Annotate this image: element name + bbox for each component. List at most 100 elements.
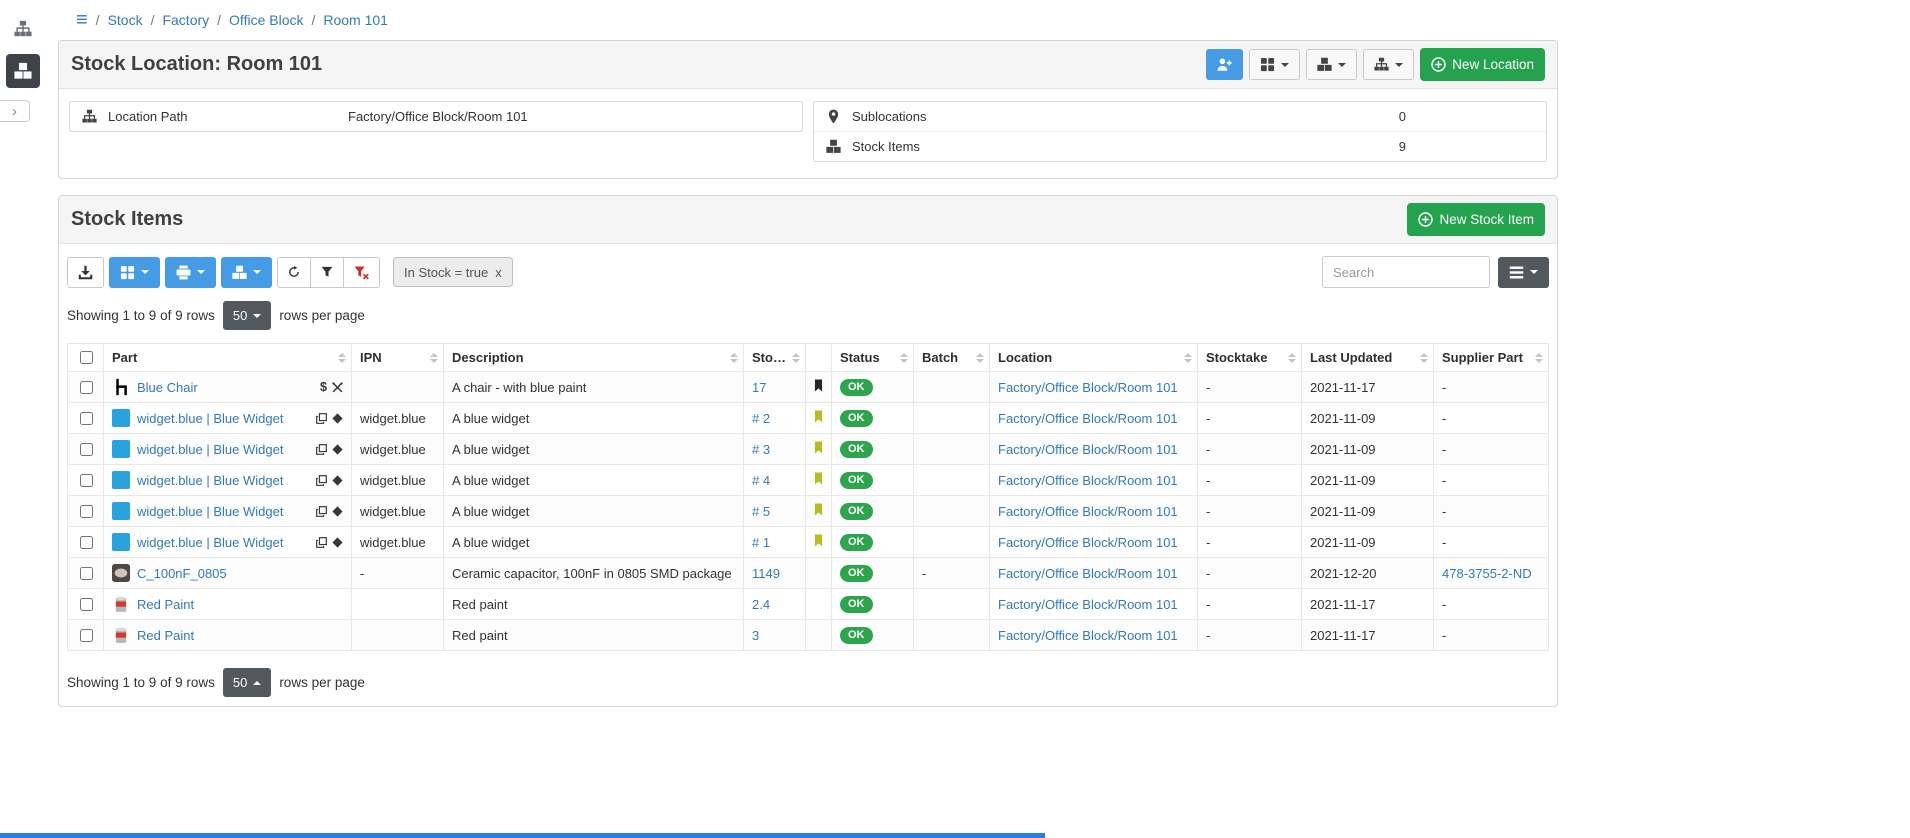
print-actions-button[interactable] xyxy=(165,257,216,288)
assign-user-button[interactable] xyxy=(1206,49,1243,80)
stock-quantity-link[interactable]: # 2 xyxy=(752,411,770,426)
stock-quantity-link[interactable]: # 4 xyxy=(752,473,770,488)
row-checkbox[interactable] xyxy=(80,443,93,456)
table-row[interactable]: Red Paint Red paint 3 OK Factory/Office … xyxy=(68,620,1549,651)
export-button[interactable] xyxy=(67,257,104,288)
table-row[interactable]: C_100nF_0805 - Ceramic capacitor, 100nF … xyxy=(68,558,1549,589)
column-header-last-updated[interactable]: Last Updated xyxy=(1302,344,1434,372)
barcode-actions-button[interactable] xyxy=(109,257,160,288)
menu-icon[interactable]: ≡ xyxy=(76,10,88,30)
table-row[interactable]: widget.blue | Blue Widget widget.blue A … xyxy=(68,496,1549,527)
table-row[interactable]: widget.blue | Blue Widget widget.blue A … xyxy=(68,434,1549,465)
location-link[interactable]: Factory/Office Block/Room 101 xyxy=(998,597,1178,612)
column-header-description[interactable]: Description xyxy=(444,344,744,372)
stocktake-cell: - xyxy=(1198,558,1302,589)
clear-filter-icon xyxy=(354,265,369,280)
row-checkbox[interactable] xyxy=(80,536,93,549)
part-link[interactable]: widget.blue | Blue Widget xyxy=(137,473,283,488)
column-header-part[interactable]: Part xyxy=(104,344,352,372)
part-link[interactable]: Red Paint xyxy=(137,597,194,612)
breadcrumb-link-stock[interactable]: Stock xyxy=(108,12,143,28)
sidebar-item-parts[interactable] xyxy=(6,12,40,46)
row-checkbox[interactable] xyxy=(80,381,93,394)
location-link[interactable]: Factory/Office Block/Room 101 xyxy=(998,473,1178,488)
row-checkbox[interactable] xyxy=(80,412,93,425)
stock-quantity-link[interactable]: 17 xyxy=(752,380,766,395)
table-row[interactable]: Red Paint Red paint 2.4 OK Factory/Offic… xyxy=(68,589,1549,620)
status-badge: OK xyxy=(840,379,873,396)
search-input[interactable] xyxy=(1322,256,1490,288)
column-header-supplier-part[interactable]: Supplier Part xyxy=(1434,344,1549,372)
clear-filters-button[interactable] xyxy=(343,257,380,288)
location-actions-button[interactable] xyxy=(1363,49,1414,80)
part-link[interactable]: widget.blue | Blue Widget xyxy=(137,442,283,457)
stock-quantity-link[interactable]: 1149 xyxy=(752,566,780,581)
breadcrumb-separator: / xyxy=(311,12,315,28)
row-checkbox[interactable] xyxy=(80,598,93,611)
table-row[interactable]: widget.blue | Blue Widget widget.blue A … xyxy=(68,527,1549,558)
barcode-actions-button[interactable] xyxy=(1249,49,1300,80)
stock-actions-button[interactable] xyxy=(1306,49,1357,80)
location-link[interactable]: Factory/Office Block/Room 101 xyxy=(998,504,1178,519)
part-link[interactable]: Blue Chair xyxy=(137,380,198,395)
column-header-ipn[interactable]: IPN xyxy=(352,344,444,372)
stock-options-button[interactable] xyxy=(221,257,272,288)
row-checkbox[interactable] xyxy=(80,567,93,580)
location-link[interactable]: Factory/Office Block/Room 101 xyxy=(998,628,1178,643)
stock-quantity-link[interactable]: # 5 xyxy=(752,504,770,519)
part-link[interactable]: widget.blue | Blue Widget xyxy=(137,504,283,519)
part-link[interactable]: widget.blue | Blue Widget xyxy=(137,535,283,550)
caret-down-icon xyxy=(1530,270,1538,274)
column-header-stocktake[interactable]: Stocktake xyxy=(1198,344,1302,372)
breadcrumb-link-office-block[interactable]: Office Block xyxy=(229,12,303,28)
remove-filter-icon[interactable]: x xyxy=(495,265,502,280)
new-stock-item-label: New Stock Item xyxy=(1439,212,1534,227)
stocktake-cell: - xyxy=(1198,527,1302,558)
showing-rows-text: Showing 1 to 9 of 9 rows xyxy=(67,308,215,323)
stock-quantity-link[interactable]: # 1 xyxy=(752,535,770,550)
status-badge: OK xyxy=(840,472,873,489)
stock-quantity-link[interactable]: # 3 xyxy=(752,442,770,457)
location-link[interactable]: Factory/Office Block/Room 101 xyxy=(998,535,1178,550)
location-link[interactable]: Factory/Office Block/Room 101 xyxy=(998,380,1178,395)
location-link[interactable]: Factory/Office Block/Room 101 xyxy=(998,566,1178,581)
new-stock-item-button[interactable]: New Stock Item xyxy=(1407,203,1545,236)
column-header-location[interactable]: Location xyxy=(990,344,1198,372)
part-link[interactable]: C_100nF_0805 xyxy=(137,566,227,581)
last-updated-cell: 2021-11-09 xyxy=(1302,496,1434,527)
row-checkbox[interactable] xyxy=(80,505,93,518)
breadcrumb-link-room-101[interactable]: Room 101 xyxy=(323,12,388,28)
row-checkbox[interactable] xyxy=(80,474,93,487)
part-link[interactable]: widget.blue | Blue Widget xyxy=(137,411,283,426)
variant-diamond-icon xyxy=(332,444,343,455)
column-header-batch[interactable]: Batch xyxy=(914,344,990,372)
stock-quantity-link[interactable]: 2.4 xyxy=(752,597,770,612)
supplier-part-link[interactable]: 478-3755-2-ND xyxy=(1442,566,1532,581)
table-row[interactable]: Blue Chair $ A chair - with blue paint 1… xyxy=(68,372,1549,403)
row-checkbox[interactable] xyxy=(80,629,93,642)
column-header-stock[interactable]: Stock xyxy=(744,344,806,372)
sidebar-expand-button[interactable]: › xyxy=(0,100,30,122)
sidebar-item-stock[interactable] xyxy=(6,54,40,88)
page-size-dropdown[interactable]: 50 xyxy=(223,301,271,330)
stock-quantity-link[interactable]: 3 xyxy=(752,628,759,643)
template-copy-icon xyxy=(316,506,327,517)
refresh-button[interactable] xyxy=(277,257,311,288)
sublocations-count: 0 xyxy=(1399,109,1534,124)
stock-items-label: Stock Items xyxy=(852,139,1092,154)
supplier-part-cell: - xyxy=(1434,620,1549,651)
filter-button[interactable] xyxy=(310,257,344,288)
supplier-part-cell: - xyxy=(1434,372,1549,403)
table-row[interactable]: widget.blue | Blue Widget widget.blue A … xyxy=(68,465,1549,496)
location-link[interactable]: Factory/Office Block/Room 101 xyxy=(998,411,1178,426)
location-link[interactable]: Factory/Office Block/Room 101 xyxy=(998,442,1178,457)
part-link[interactable]: Red Paint xyxy=(137,628,194,643)
column-header-status[interactable]: Status xyxy=(832,344,914,372)
new-location-button[interactable]: New Location xyxy=(1420,48,1545,81)
column-select-button[interactable] xyxy=(1498,257,1549,288)
page-size-dropdown[interactable]: 50 xyxy=(223,668,271,697)
select-all-checkbox[interactable] xyxy=(80,351,93,364)
breadcrumb-link-factory[interactable]: Factory xyxy=(162,12,209,28)
column-label: Last Updated xyxy=(1310,350,1392,365)
table-row[interactable]: widget.blue | Blue Widget widget.blue A … xyxy=(68,403,1549,434)
